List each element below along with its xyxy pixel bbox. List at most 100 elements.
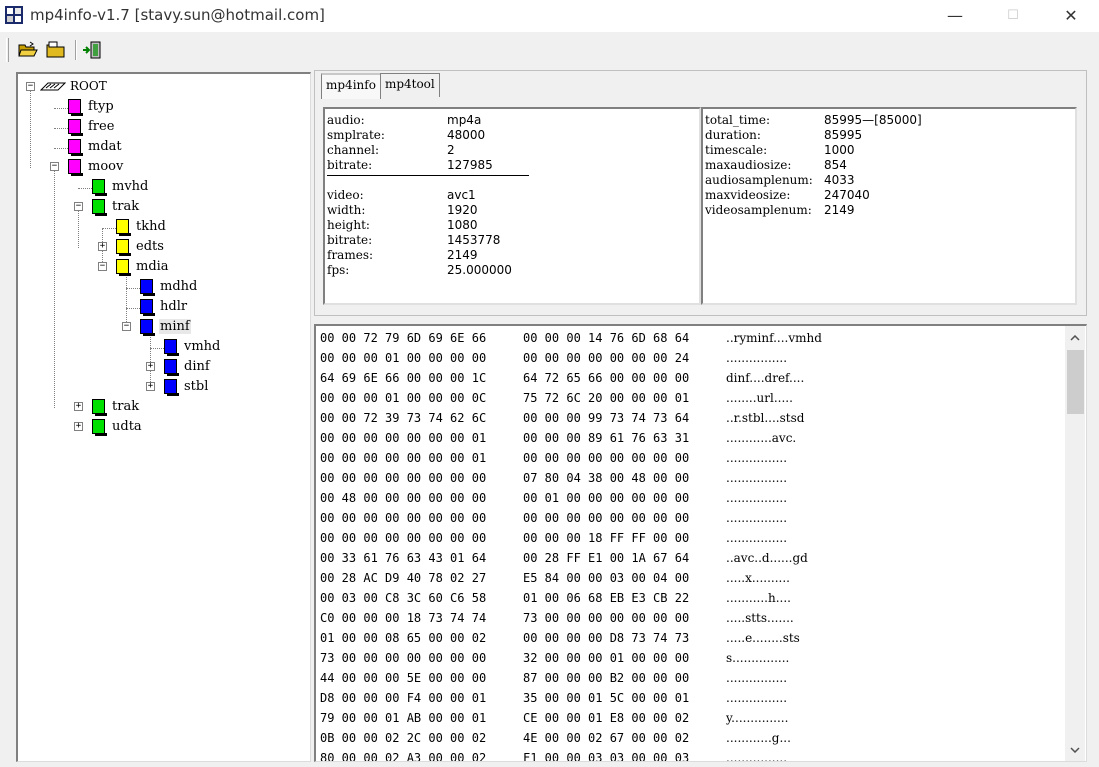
window-title: mp4info-v1.7 [stavy.sun@hotmail.com] bbox=[30, 6, 325, 24]
info-value: 1920 bbox=[447, 203, 478, 217]
info-value: 85995 bbox=[824, 128, 863, 142]
info-key: audio: bbox=[327, 113, 365, 127]
hex-bytes-right: 4E 00 00 02 67 00 00 02 bbox=[523, 731, 690, 745]
hex-bytes-left: 00 00 00 01 00 00 00 0C bbox=[320, 391, 487, 405]
collapse-toggle[interactable]: − bbox=[26, 82, 35, 91]
collapse-toggle[interactable]: − bbox=[122, 322, 131, 331]
tree-node-ftyp[interactable]: ftyp bbox=[68, 96, 115, 116]
scroll-down-button[interactable] bbox=[1065, 740, 1085, 760]
exit-button[interactable] bbox=[80, 38, 104, 62]
hex-bytes-left: 00 48 00 00 00 00 00 00 bbox=[320, 491, 487, 505]
open-folder-button[interactable] bbox=[44, 38, 68, 62]
tree-node-label: vmhd bbox=[184, 338, 221, 354]
hex-bytes-right: E5 84 00 00 03 00 04 00 bbox=[523, 571, 690, 585]
tree-node-vmhd[interactable]: vmhd bbox=[164, 336, 221, 356]
expand-toggle[interactable]: + bbox=[146, 362, 155, 371]
hex-bytes-right: F1 00 00 03 03 00 00 03 bbox=[523, 751, 690, 762]
hex-bytes-right: 00 00 00 14 76 6D 68 64 bbox=[523, 331, 690, 345]
info-value: 1080 bbox=[447, 218, 478, 232]
info-key: frames: bbox=[327, 248, 374, 262]
hex-bytes-left: 0B 00 00 02 2C 00 00 02 bbox=[320, 731, 487, 745]
expand-toggle[interactable]: + bbox=[146, 382, 155, 391]
tree-node-trak-2[interactable]: trak bbox=[92, 396, 140, 416]
tree-node-label: hdlr bbox=[160, 298, 188, 314]
toolbar bbox=[0, 31, 1099, 67]
hex-ascii: ..ryminf....vmhd bbox=[726, 331, 822, 345]
hex-ascii: ................ bbox=[726, 451, 788, 465]
hex-bytes-right: 00 01 00 00 00 00 00 00 bbox=[523, 491, 690, 505]
tree-node-edts[interactable]: edts bbox=[116, 236, 165, 256]
hex-bytes-left: 01 00 00 08 65 00 00 02 bbox=[320, 631, 487, 645]
hex-ascii: .....x.......... bbox=[726, 571, 790, 585]
hex-bytes-right: 07 80 04 38 00 48 00 00 bbox=[523, 471, 690, 485]
tree-node-free[interactable]: free bbox=[68, 116, 115, 136]
tree-node-label: trak bbox=[112, 198, 140, 214]
hex-bytes-left: 80 00 00 02 A3 00 00 02 bbox=[320, 751, 487, 762]
tree-node-stbl[interactable]: stbl bbox=[164, 376, 209, 396]
tree-node-moov[interactable]: moov bbox=[68, 156, 124, 176]
atom-icon bbox=[164, 338, 179, 356]
hex-bytes-right: 87 00 00 00 B2 00 00 00 bbox=[523, 671, 690, 685]
tree-node-label: free bbox=[88, 118, 115, 134]
scroll-up-button[interactable] bbox=[1065, 328, 1085, 348]
expand-toggle[interactable]: + bbox=[74, 402, 83, 411]
tree-node-mdia[interactable]: mdia bbox=[116, 256, 170, 276]
hex-bytes-right: 73 00 00 00 00 00 00 00 bbox=[523, 611, 690, 625]
collapse-toggle[interactable]: − bbox=[74, 202, 83, 211]
vertical-scrollbar[interactable] bbox=[1065, 326, 1085, 761]
info-key: audiosamplenum: bbox=[705, 173, 813, 187]
scroll-thumb[interactable] bbox=[1067, 350, 1084, 414]
tree-node-udta[interactable]: udta bbox=[92, 416, 143, 436]
maximize-button[interactable]: ☐ bbox=[984, 0, 1042, 31]
chevron-up-icon bbox=[1070, 335, 1080, 341]
hex-bytes-right: 00 00 00 00 00 00 00 00 bbox=[523, 511, 690, 525]
hex-ascii: s............... bbox=[726, 651, 790, 665]
tab-mp4tool[interactable]: mp4tool bbox=[379, 73, 440, 97]
expand-toggle[interactable]: + bbox=[74, 422, 83, 431]
info-key: videosamplenum: bbox=[705, 203, 812, 217]
tree-node-mdat[interactable]: mdat bbox=[68, 136, 123, 156]
tree-node-trak[interactable]: trak bbox=[92, 196, 140, 216]
app-icon bbox=[5, 6, 23, 24]
tree-line bbox=[54, 108, 68, 109]
tab-mp4info[interactable]: mp4info bbox=[321, 73, 381, 99]
tree-node-label: mvhd bbox=[112, 178, 149, 194]
toolbar-separator bbox=[75, 40, 77, 60]
tree-node-minf[interactable]: minf bbox=[140, 316, 191, 336]
tree-node-hdlr[interactable]: hdlr bbox=[140, 296, 188, 316]
tree-node-dinf[interactable]: dinf bbox=[164, 356, 211, 376]
tree-node-label: dinf bbox=[184, 358, 210, 374]
hex-bytes-right: 00 00 00 89 61 76 63 31 bbox=[523, 431, 690, 445]
collapse-toggle[interactable]: − bbox=[98, 262, 107, 271]
hex-bytes-left: 00 00 72 79 6D 69 6E 66 bbox=[320, 331, 487, 345]
tree-node-mdhd[interactable]: mdhd bbox=[140, 276, 198, 296]
info-key: smplrate: bbox=[327, 128, 385, 142]
tree-node-root[interactable]: ROOT bbox=[40, 76, 108, 96]
tree-node-tkhd[interactable]: tkhd bbox=[116, 216, 167, 236]
tree-node-mvhd[interactable]: mvhd bbox=[92, 176, 149, 196]
hex-bytes-left: 64 69 6E 66 00 00 00 1C bbox=[320, 371, 487, 385]
hex-bytes-left: 00 28 AC D9 40 78 02 27 bbox=[320, 571, 487, 585]
tree-line bbox=[126, 268, 127, 328]
hex-ascii: ................ bbox=[726, 511, 788, 525]
atom-tree[interactable]: − ROOT ftyp free mdat − moov mvhd − trak… bbox=[16, 72, 311, 762]
info-divider bbox=[327, 175, 529, 176]
expand-toggle[interactable]: + bbox=[98, 242, 107, 251]
atom-icon bbox=[92, 178, 107, 196]
info-key: bitrate: bbox=[327, 158, 373, 172]
hex-bytes-right: 01 00 06 68 EB E3 CB 22 bbox=[523, 591, 690, 605]
info-value: 1453778 bbox=[447, 233, 501, 247]
minimize-button[interactable]: — bbox=[926, 0, 984, 31]
collapse-toggle[interactable]: − bbox=[50, 162, 59, 171]
open-file-button[interactable] bbox=[16, 38, 40, 62]
info-key: timescale: bbox=[705, 143, 768, 157]
close-button[interactable]: ✕ bbox=[1042, 0, 1099, 31]
info-panel: mp4info mp4tool audio: mp4a smplrate: 48… bbox=[314, 70, 1087, 316]
hex-bytes-right: 64 72 65 66 00 00 00 00 bbox=[523, 371, 690, 385]
hex-view[interactable]: 00 00 72 79 6D 69 6E 66 00 00 00 14 76 6D… bbox=[314, 324, 1087, 762]
tree-node-label: tkhd bbox=[136, 218, 166, 234]
tree-node-label: mdhd bbox=[160, 278, 198, 294]
hex-bytes-right: 32 00 00 00 01 00 00 00 bbox=[523, 651, 690, 665]
info-value: avc1 bbox=[447, 188, 476, 202]
hex-ascii: ................ bbox=[726, 351, 788, 365]
